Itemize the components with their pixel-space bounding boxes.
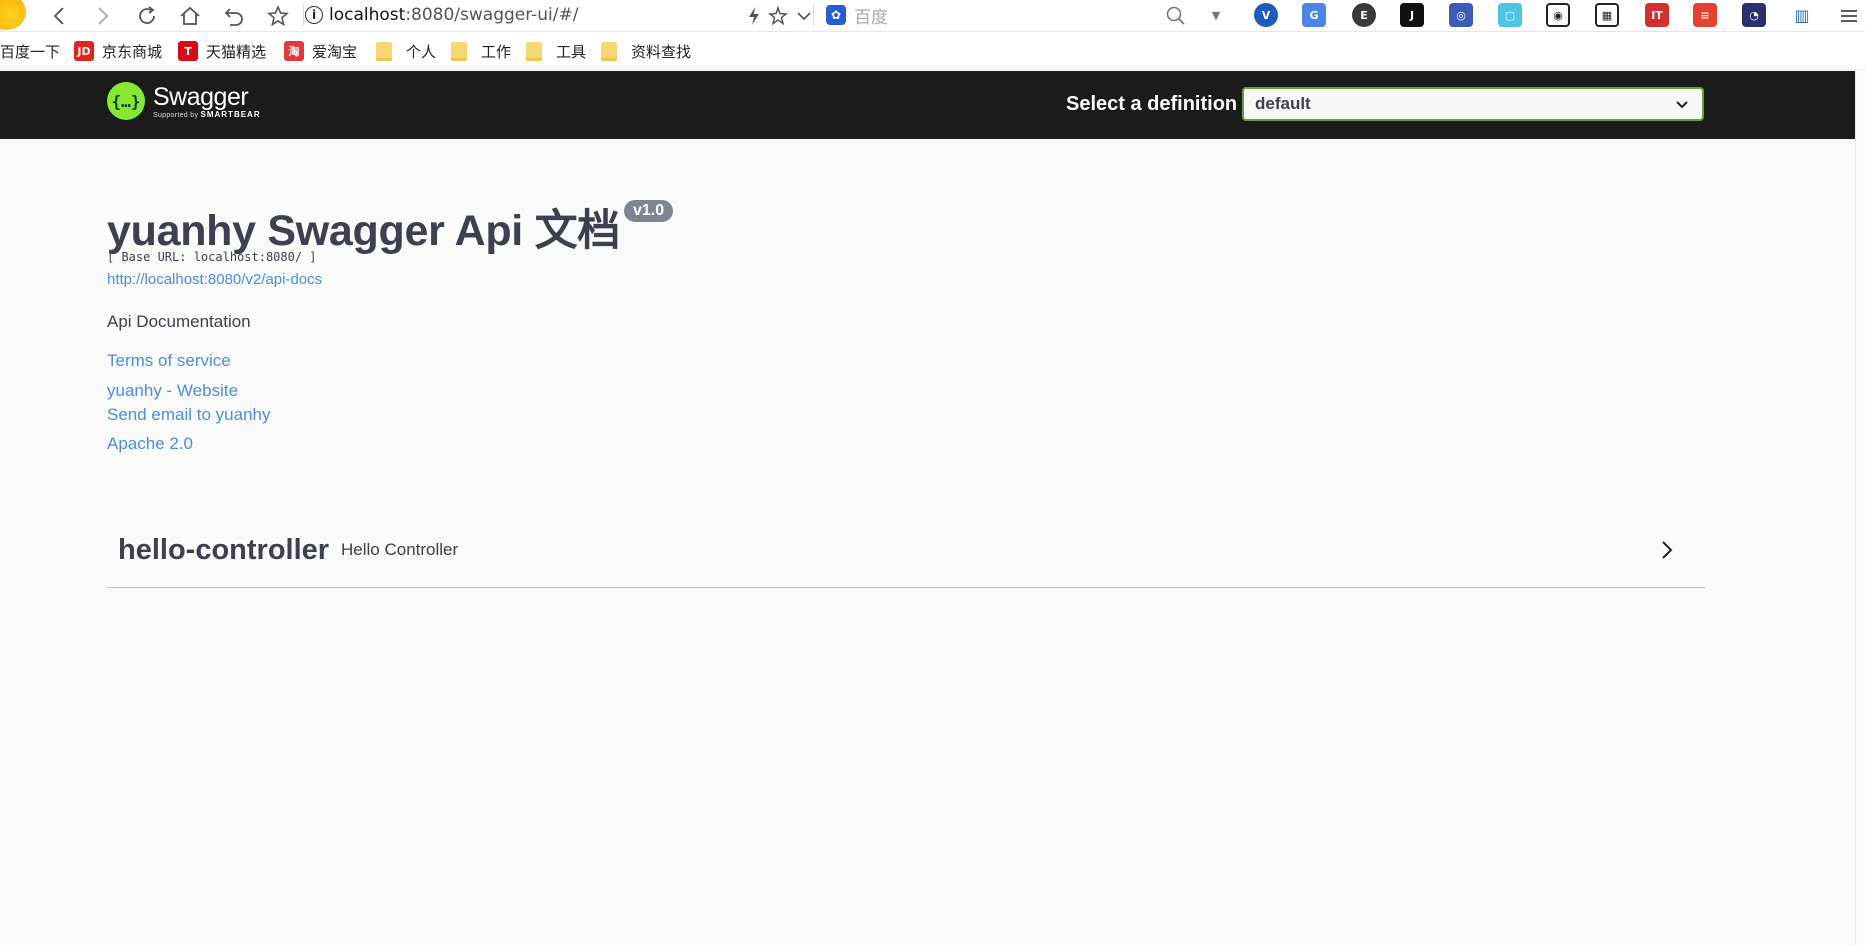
bookmark-folder-research[interactable]: 资料查找 <box>601 41 691 61</box>
browser-logo-icon <box>0 0 26 30</box>
terms-of-service-link[interactable]: Terms of service <box>107 351 231 371</box>
bookmark-folder-work[interactable]: 工作 <box>451 41 511 61</box>
extension-window-icon[interactable]: ◎ <box>1449 3 1473 27</box>
version-badge: v1.0 <box>624 200 674 222</box>
extension-v-icon[interactable]: ▼ <box>1204 3 1228 27</box>
bookmark-tmall[interactable]: T 天猫精选 <box>178 41 266 61</box>
separator <box>303 4 304 26</box>
extension-evernote-icon[interactable]: E <box>1352 3 1376 27</box>
taobao-icon: 淘 <box>284 41 304 61</box>
definition-label: Select a definition <box>1066 93 1238 115</box>
bookmark-label: 京东商城 <box>102 42 163 61</box>
extension-square-icon[interactable]: ▢ <box>1498 3 1522 27</box>
address-bar[interactable]: i localhost:8080/swagger-ui/#/ <box>305 1 815 29</box>
extension-qrcode-icon[interactable]: ▦ <box>1595 3 1619 27</box>
bookmark-folder-personal[interactable]: 个人 <box>376 41 436 61</box>
api-title: yuanhy Swagger Api 文档 <box>107 207 620 255</box>
address-host: localhost <box>329 5 406 25</box>
menu-icon[interactable] <box>1835 2 1863 30</box>
api-docs-link[interactable]: http://localhost:8080/v2/api-docs <box>107 271 322 288</box>
license-link[interactable]: Apache 2.0 <box>107 434 193 454</box>
swagger-logo-subtext: Supported by SMARTBEAR <box>153 110 261 119</box>
bookmark-label: 爱淘宝 <box>312 42 358 61</box>
definition-value: default <box>1255 94 1311 113</box>
search-box[interactable]: ✿ 百度 <box>826 2 1192 28</box>
bookmark-label: 天猫精选 <box>206 42 267 61</box>
bookmark-label: 工具 <box>556 42 587 61</box>
bookmark-folder-tools[interactable]: 工具 <box>526 41 586 61</box>
swagger-logo-icon: {…} <box>107 82 145 120</box>
forward-icon[interactable] <box>88 2 116 30</box>
email-link[interactable]: Send email to yuanhy <box>107 405 271 425</box>
bookmark-label: 工作 <box>481 42 512 61</box>
baidu-icon: ✿ <box>826 5 846 25</box>
bookmark-taobao[interactable]: 淘 爱淘宝 <box>284 41 357 61</box>
tag-hello-controller[interactable]: hello-controller Hello Controller <box>107 526 1705 588</box>
swagger-logo-text: Swagger <box>153 82 249 111</box>
jd-icon: JD <box>74 41 94 61</box>
site-info-icon[interactable]: i <box>305 6 323 24</box>
extension-calendar-icon[interactable]: ▥ <box>1790 3 1814 27</box>
chevron-down-icon <box>1676 101 1688 109</box>
reload-icon[interactable] <box>133 2 161 30</box>
folder-icon <box>601 41 617 61</box>
scrollbar[interactable] <box>1855 71 1865 945</box>
extension-speed-icon[interactable]: ◔ <box>1742 3 1766 27</box>
tmall-icon: T <box>178 41 198 61</box>
bookmark-jd[interactable]: JD 京东商城 <box>74 41 162 61</box>
extension-screenshot-icon[interactable]: ◉ <box>1546 3 1570 27</box>
folder-icon <box>526 41 542 61</box>
search-icon[interactable] <box>1162 2 1190 30</box>
folder-icon <box>451 41 467 61</box>
extension-todoist-icon[interactable]: ≡ <box>1693 3 1717 27</box>
swagger-topbar: {…} Swagger Supported by SMARTBEAR Selec… <box>0 71 1855 139</box>
tag-description: Hello Controller <box>341 540 459 559</box>
folder-icon <box>376 41 392 61</box>
logo-sub-brand: SMARTBEAR <box>200 109 261 119</box>
separator <box>813 4 814 26</box>
website-link[interactable]: yuanhy - Website <box>107 381 238 401</box>
bookmark-star-icon[interactable] <box>264 2 292 30</box>
extension-translate-icon[interactable]: G <box>1302 3 1326 27</box>
home-icon[interactable] <box>176 2 204 30</box>
extension-it-icon[interactable]: IT <box>1645 3 1669 27</box>
api-description: Api Documentation <box>107 312 251 331</box>
search-engine-label: 百度 <box>854 7 888 28</box>
favorite-icon[interactable] <box>764 2 792 30</box>
address-path: :8080/swagger-ui/#/ <box>405 5 579 25</box>
bookmark-label: 资料查找 <box>631 42 692 61</box>
extension-j-icon[interactable]: J <box>1400 3 1424 27</box>
base-url: [ Base URL: localhost:8080/ ] <box>107 250 317 264</box>
extension-vpn-icon[interactable]: V <box>1254 3 1278 27</box>
bookmark-baidu[interactable]: 百度一下 <box>0 41 60 61</box>
bookmarks-bar: 百度一下 JD 京东商城 T 天猫精选 淘 爱淘宝 个人 工作 工具 资料查找 <box>0 32 1865 70</box>
chevron-right-icon[interactable] <box>1655 538 1679 562</box>
tag-name: hello-controller <box>118 534 330 566</box>
undo-icon[interactable] <box>220 2 248 30</box>
swagger-logo[interactable]: {…} Swagger Supported by SMARTBEAR <box>107 82 261 120</box>
browser-toolbar: i localhost:8080/swagger-ui/#/ ✿ 百度 ▼ V … <box>0 0 1865 32</box>
bookmark-label: 百度一下 <box>0 42 61 61</box>
logo-sub-prefix: Supported by <box>153 111 199 119</box>
bookmark-label: 个人 <box>406 42 437 61</box>
definition-select[interactable]: default <box>1242 87 1704 121</box>
back-icon[interactable] <box>46 2 74 30</box>
